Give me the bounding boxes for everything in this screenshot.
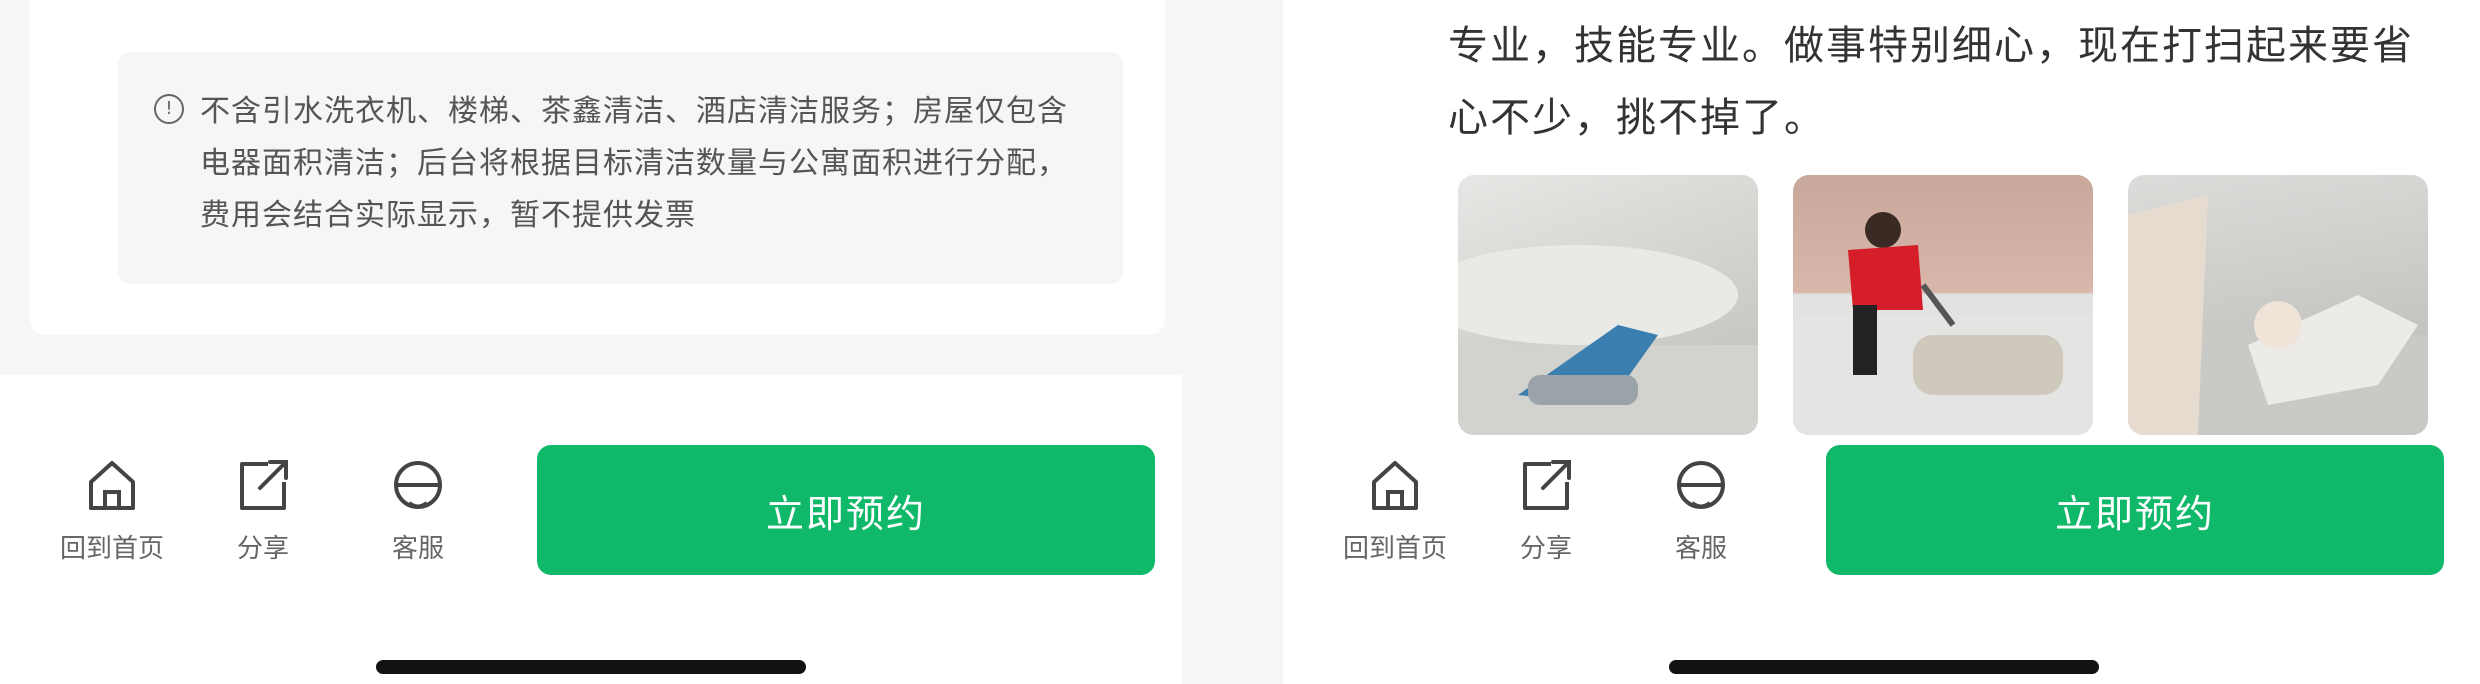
home-label: 回到首页 <box>59 534 164 564</box>
service-nav[interactable]: 客服 <box>1641 450 1761 565</box>
right-screen: 专业，技能专业。做事特别细心，现在打扫起来要省心不少，挑不掉了。 回到首页 分享… <box>1283 0 2480 684</box>
cleaner-image <box>1793 212 2093 435</box>
service-label: 客服 <box>391 534 444 564</box>
bottom-action-bar: 回到首页 分享 客服 立即预约 <box>1283 430 2480 590</box>
vacuum-image <box>1458 245 1758 435</box>
review-photo-cleaner[interactable] <box>1793 175 2093 435</box>
gutter <box>1182 0 1283 684</box>
service-nav[interactable]: 客服 <box>358 450 478 565</box>
book-now-button[interactable]: 立即预约 <box>1826 445 2444 575</box>
home-indicator <box>1669 660 2099 674</box>
home-nav[interactable]: 回到首页 <box>1335 450 1455 565</box>
share-label: 分享 <box>1519 534 1572 564</box>
service-label: 客服 <box>1674 534 1727 564</box>
customer-service-icon <box>394 461 442 509</box>
bottom-action-bar: 回到首页 分享 客服 立即预约 <box>0 430 1182 590</box>
service-card: ! 不含引水洗衣机、楼梯、茶鑫清洁、酒店清洁服务；房屋仅包含电器面积清洁；后台将… <box>30 0 1165 335</box>
home-icon <box>1372 461 1418 510</box>
share-nav[interactable]: 分享 <box>203 450 323 565</box>
info-icon: ! <box>154 94 184 124</box>
review-photo-mite-remover[interactable] <box>2128 175 2428 435</box>
notice-box: ! 不含引水洗衣机、楼梯、茶鑫清洁、酒店清洁服务；房屋仅包含电器面积清洁；后台将… <box>118 52 1123 284</box>
review-text: 专业，技能专业。做事特别细心，现在打扫起来要省心不少，挑不掉了。 <box>1448 23 2414 141</box>
home-icon <box>89 461 135 510</box>
book-now-button[interactable]: 立即预约 <box>537 445 1155 575</box>
review-photo-vacuum[interactable] <box>1458 175 1758 435</box>
left-screen: ! 不含引水洗衣机、楼梯、茶鑫清洁、酒店清洁服务；房屋仅包含电器面积清洁；后台将… <box>0 0 1182 684</box>
home-indicator <box>376 660 806 674</box>
home-label: 回到首页 <box>1342 534 1447 564</box>
home-nav[interactable]: 回到首页 <box>52 450 172 565</box>
mite-remover-image <box>2128 195 2428 435</box>
share-icon <box>1523 460 1571 510</box>
notice-text: 不含引水洗衣机、楼梯、茶鑫清洁、酒店清洁服务；房屋仅包含电器面积清洁；后台将根据… <box>200 94 1068 233</box>
share-nav[interactable]: 分享 <box>1486 450 1606 565</box>
share-icon <box>240 460 288 510</box>
customer-service-icon <box>1677 461 1725 509</box>
share-label: 分享 <box>236 534 289 564</box>
